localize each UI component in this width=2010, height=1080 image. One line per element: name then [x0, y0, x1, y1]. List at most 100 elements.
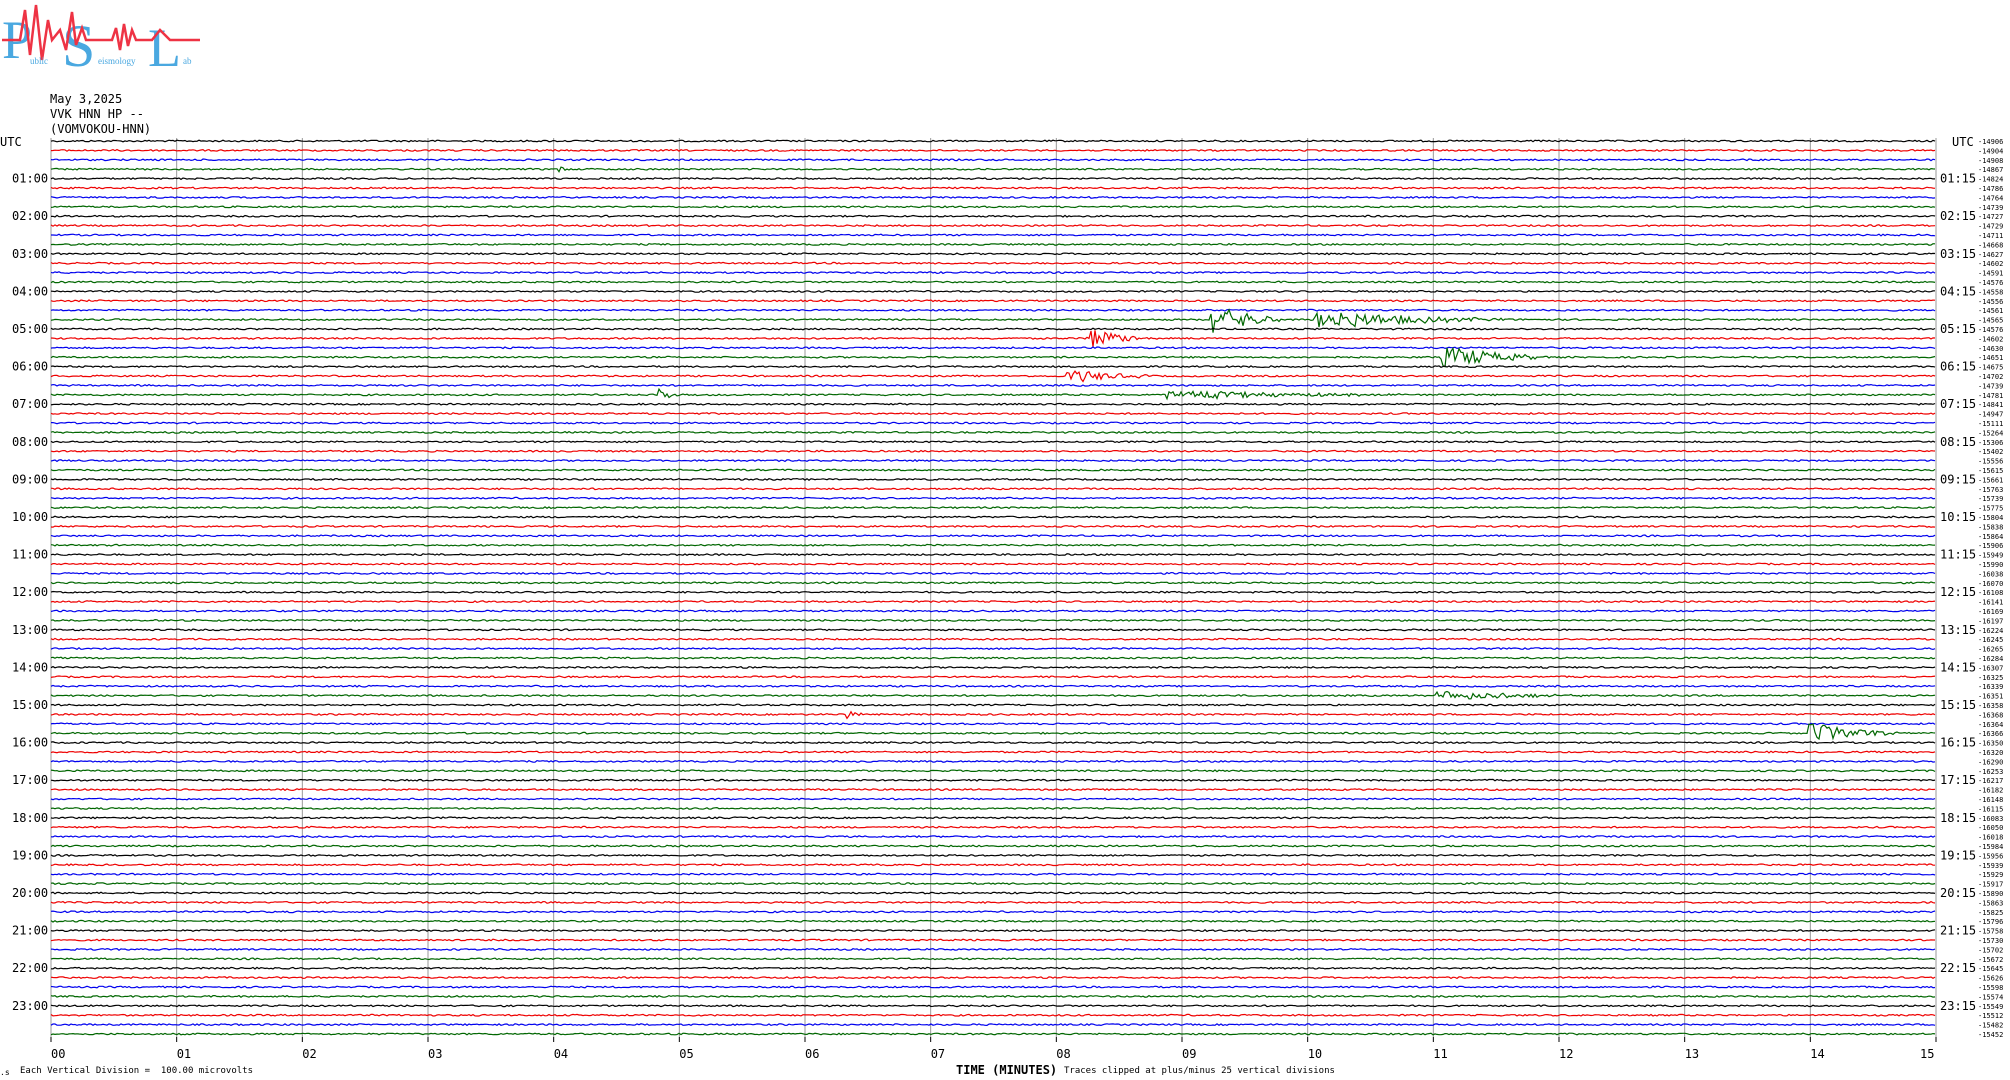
- seismic-trace: [50, 590, 1936, 594]
- seismic-trace: [50, 825, 1936, 829]
- trace-offset-label: -14947: [1978, 411, 2003, 419]
- x-tick-label: 05: [679, 1047, 693, 1061]
- trace-offset-label: -16325: [1978, 674, 2003, 682]
- trace-offset-label: -15956: [1978, 852, 2003, 860]
- trace-offset-label: -15906: [1978, 542, 2003, 550]
- trace-offset-label: -14727: [1978, 213, 2003, 221]
- trace-offset-label: -16217: [1978, 777, 2003, 785]
- seismic-trace: [50, 477, 1936, 481]
- trace-offset-label: -16290: [1978, 758, 2003, 766]
- seismic-trace: [50, 581, 1936, 585]
- right-hour-label: 15:15: [1940, 698, 1976, 712]
- seismic-trace: [50, 571, 1936, 575]
- left-hour-label: 08:00: [12, 435, 48, 449]
- seismic-trace: [50, 844, 1936, 848]
- seismic-trace: [50, 242, 1936, 246]
- seismic-trace: [50, 496, 1936, 500]
- x-axis-title: TIME (MINUTES): [956, 1063, 1058, 1077]
- left-hour-label: 11:00: [12, 548, 48, 562]
- trace-offset-label: -14786: [1978, 185, 2003, 193]
- seismic-trace: [50, 919, 1936, 923]
- trace-offset-label: -14668: [1978, 241, 2003, 249]
- seismic-trace: [50, 308, 1936, 312]
- seismic-trace: [50, 665, 1936, 669]
- trace-offset-label: -14711: [1978, 232, 2003, 240]
- x-axis-ticks: 00 01 02 03 04 05 06 07 08 09 10 11 12 13 14 15: [50, 1037, 1937, 1061]
- seismic-trace: [50, 186, 1936, 190]
- trace-offset-label: -14556: [1978, 298, 2003, 306]
- trace-offset-label: -15549: [1978, 1003, 2003, 1011]
- seismic-trace: [50, 412, 1936, 416]
- x-tick-label: 01: [177, 1047, 191, 1061]
- seismic-trace: [50, 750, 1936, 754]
- seismic-trace: [50, 487, 1936, 491]
- trace-offset-label: -16169: [1978, 608, 2003, 616]
- trace-offset-label: -15758: [1978, 928, 2003, 936]
- vertical-division-note: Each Vertical Division = 100.00 microvol…: [20, 1066, 253, 1076]
- seismic-trace: [50, 553, 1936, 557]
- seismic-trace: [50, 816, 1936, 820]
- trace-offset-label: -15598: [1978, 984, 2003, 992]
- seismic-trace: [50, 835, 1936, 839]
- x-tick-label: 02: [302, 1047, 316, 1061]
- trace-offset-label: -16141: [1978, 599, 2003, 607]
- seismic-trace: [50, 346, 1936, 350]
- left-hour-label: 05:00: [12, 322, 48, 336]
- trace-offset-label: -14739: [1978, 382, 2003, 390]
- trace-offset-label: -15452: [1978, 1031, 2003, 1039]
- seismic-trace: [50, 543, 1936, 547]
- seismic-trace: [50, 853, 1936, 857]
- trace-offset-label: -14702: [1978, 373, 2003, 381]
- seismic-trace: [50, 166, 1936, 173]
- seismic-trace: [50, 938, 1935, 942]
- right-hour-label: 11:15: [1940, 548, 1976, 562]
- left-hour-label: 01:00: [12, 172, 48, 186]
- trace-offset-label: -14841: [1978, 401, 2003, 409]
- trace-offset-label: -15672: [1978, 956, 2003, 964]
- trace-offset-label: -16265: [1978, 646, 2003, 654]
- seismic-trace: [50, 929, 1936, 933]
- seismic-trace: [50, 1032, 1936, 1036]
- seismic-trace: [50, 759, 1936, 763]
- seismic-trace: [50, 722, 1936, 726]
- seismic-trace: [50, 910, 1936, 914]
- seismic-trace: [50, 346, 1936, 368]
- seismic-trace: [50, 900, 1936, 904]
- trace-offset-label: -15730: [1978, 937, 2003, 945]
- right-hour-label: 03:15: [1940, 247, 1976, 261]
- trace-offset-label: -15917: [1978, 881, 2003, 889]
- trace-offset-label: -15702: [1978, 946, 2003, 954]
- trace-offset-label: -16115: [1978, 805, 2003, 813]
- seismic-trace: [50, 370, 1936, 383]
- seismic-trace: [50, 214, 1936, 218]
- seismic-trace: [50, 158, 1936, 162]
- left-hour-label: 23:00: [12, 999, 48, 1013]
- x-tick-label: 12: [1559, 1047, 1573, 1061]
- seismic-trace: [50, 618, 1936, 622]
- trace-offset-label: -14908: [1978, 157, 2003, 165]
- trace-offset-label: -16339: [1978, 683, 2003, 691]
- seismic-trace: [50, 562, 1936, 566]
- x-tick-label: 06: [805, 1047, 819, 1061]
- trace-offset-label: -16245: [1978, 636, 2003, 644]
- right-hour-label: 02:15: [1940, 209, 1976, 223]
- seismic-trace: [50, 647, 1936, 651]
- seismic-trace: [50, 703, 1936, 707]
- left-hour-label: 07:00: [12, 397, 48, 411]
- clip-note: Traces clipped at plus/minus 25 vertical…: [1064, 1066, 1335, 1076]
- left-hour-label: 09:00: [12, 472, 48, 486]
- seismic-trace: [50, 863, 1935, 867]
- seismic-trace: [50, 628, 1936, 632]
- trace-offset-label: -16197: [1978, 617, 2003, 625]
- trace-offset-label: -14867: [1978, 166, 2003, 174]
- trace-offset-label: -15929: [1978, 871, 2003, 879]
- x-tick-label: 13: [1685, 1047, 1699, 1061]
- right-hour-label: 14:15: [1940, 660, 1976, 674]
- seismic-trace: [50, 976, 1936, 980]
- trace-offset-label: -16083: [1978, 815, 2003, 823]
- trace-offset-label: -15864: [1978, 533, 2003, 541]
- left-hour-label: 10:00: [12, 510, 48, 524]
- trace-offset-label: -14764: [1978, 194, 2003, 202]
- seismic-trace: [50, 741, 1936, 745]
- trace-offset-label: -15626: [1978, 975, 2003, 983]
